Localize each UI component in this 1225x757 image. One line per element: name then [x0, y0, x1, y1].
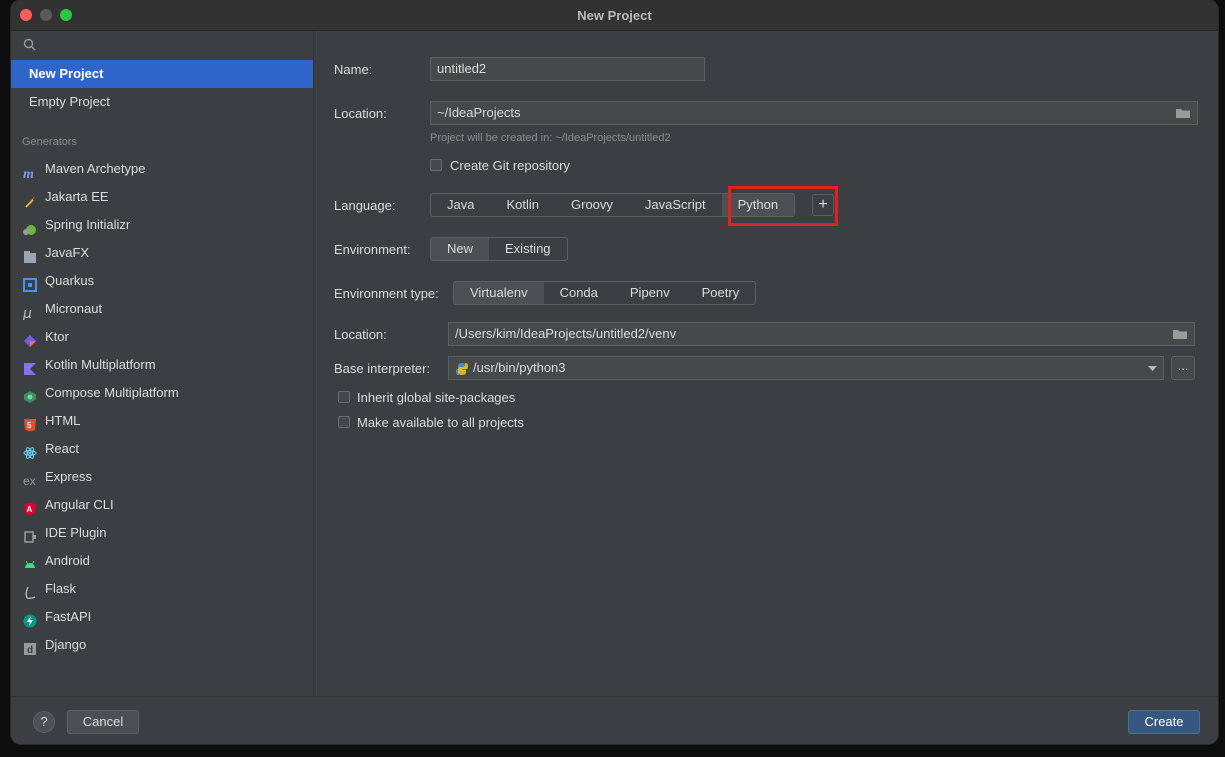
venv-location-label: Location: [334, 327, 387, 342]
folder-icon[interactable] [1172, 328, 1188, 340]
language-javascript[interactable]: JavaScript [629, 194, 722, 216]
new-project-dialog: New Project New Project Empty Project Ge… [11, 0, 1218, 744]
svg-text:A: A [27, 505, 33, 514]
language-kotlin[interactable]: Kotlin [490, 194, 555, 216]
make-available-checkbox[interactable] [338, 416, 350, 428]
project-settings-panel: Name: untitled2 Location: ~/IdeaProjects… [314, 31, 1218, 696]
generator-javafx[interactable]: JavaFX [11, 239, 313, 267]
android-icon [23, 554, 37, 568]
svg-text:m: m [23, 167, 34, 180]
git-label: Create Git repository [450, 158, 570, 173]
generator-react[interactable]: React [11, 435, 313, 463]
maven-icon: m [23, 162, 37, 182]
language-java[interactable]: Java [431, 194, 490, 216]
venv-location-field[interactable]: /Users/kim/IdeaProjects/untitled2/venv [448, 322, 1195, 346]
python-highlight-box [728, 186, 838, 226]
env-type-poetry[interactable]: Poetry [686, 282, 756, 304]
ktor-icon [23, 330, 37, 347]
kotlin-icon [23, 358, 37, 375]
generator-jakarta-ee[interactable]: Jakarta EE [11, 183, 313, 211]
folder-icon[interactable] [1175, 107, 1191, 119]
location-field[interactable]: ~/IdeaProjects [430, 101, 1198, 125]
git-checkbox[interactable] [430, 159, 442, 171]
venv-location-value: /Users/kim/IdeaProjects/untitled2/venv [455, 326, 677, 341]
location-label: Location: [334, 106, 387, 121]
generator-django[interactable]: d Django [11, 631, 313, 659]
generator-ktor[interactable]: Ktor [11, 323, 313, 351]
search-icon [23, 38, 36, 51]
generator-html[interactable]: 5 HTML [11, 407, 313, 435]
environment-existing[interactable]: Existing [489, 238, 567, 260]
react-icon [23, 442, 37, 459]
create-button[interactable]: Create [1128, 710, 1200, 734]
environment-new[interactable]: New [431, 238, 490, 260]
svg-text:d: d [27, 645, 33, 656]
generator-angular-cli[interactable]: A Angular CLI [11, 491, 313, 519]
svg-text:ex: ex [23, 474, 36, 488]
generator-express[interactable]: ex Express [11, 463, 313, 491]
html5-icon: 5 [23, 414, 37, 432]
python-icon [456, 363, 468, 375]
generator-spring-initializr[interactable]: Spring Initializr [11, 211, 313, 239]
sidebar-item-empty-project[interactable]: Empty Project [11, 88, 313, 116]
base-interpreter-dropdown[interactable]: /usr/bin/python3 [448, 356, 1164, 380]
generator-maven-archetype[interactable]: m Maven Archetype [11, 155, 313, 183]
sidebar: New Project Empty Project Generators m M… [11, 31, 314, 696]
language-label: Language: [334, 198, 396, 213]
javafx-icon [23, 246, 37, 263]
environment-type-selector: Virtualenv Conda Pipenv Poetry [453, 281, 757, 305]
location-value: ~/IdeaProjects [437, 105, 521, 120]
name-label: Name: [334, 62, 373, 77]
environment-label: Environment: [334, 242, 411, 257]
generators-heading: Generators [22, 136, 78, 148]
angular-icon: A [23, 498, 37, 516]
generator-fastapi[interactable]: FastAPI [11, 603, 313, 631]
compose-icon [23, 386, 37, 403]
flask-icon [23, 582, 37, 599]
inherit-packages-label: Inherit global site-packages [357, 390, 516, 405]
generator-quarkus[interactable]: Quarkus [11, 267, 313, 295]
inherit-packages-checkbox[interactable] [338, 391, 350, 403]
generator-kotlin-multiplatform[interactable]: Kotlin Multiplatform [11, 351, 313, 379]
svg-text:5: 5 [27, 421, 32, 430]
express-icon: ex [23, 470, 37, 488]
base-interpreter-label: Base interpreter: [334, 361, 431, 376]
help-button[interactable]: ? [33, 711, 55, 733]
svg-text:μ: μ [23, 306, 32, 320]
base-interpreter-value: /usr/bin/python3 [473, 360, 566, 375]
jakarta-icon [23, 190, 37, 208]
name-field[interactable]: untitled2 [430, 57, 705, 81]
environment-selector: New Existing [430, 237, 568, 261]
generator-ide-plugin[interactable]: IDE Plugin [11, 519, 313, 547]
environment-type-label: Environment type: [334, 286, 439, 301]
micronaut-icon: μ [22, 302, 37, 322]
generator-flask[interactable]: Flask [11, 575, 313, 603]
cancel-button[interactable]: Cancel [67, 710, 139, 734]
sidebar-search[interactable] [11, 31, 313, 59]
title-bar: New Project [11, 0, 1218, 31]
dialog-footer: ? Cancel Create [11, 696, 1218, 744]
window-title: New Project [577, 8, 652, 23]
django-icon: d [23, 638, 37, 656]
sidebar-item-new-project[interactable]: New Project [11, 60, 313, 88]
quarkus-icon [23, 274, 37, 292]
browse-interpreter-button[interactable]: ... [1171, 356, 1195, 380]
location-hint: Project will be created in: ~/IdeaProjec… [430, 132, 671, 144]
env-type-virtualenv[interactable]: Virtualenv [454, 282, 544, 304]
generator-android[interactable]: Android [11, 547, 313, 575]
make-available-label: Make available to all projects [357, 415, 524, 430]
fastapi-icon [23, 610, 37, 628]
chevron-down-icon [1148, 366, 1157, 371]
generator-micronaut[interactable]: μ Micronaut [11, 295, 313, 323]
env-type-conda[interactable]: Conda [544, 282, 614, 304]
env-type-pipenv[interactable]: Pipenv [614, 282, 686, 304]
language-groovy[interactable]: Groovy [555, 194, 629, 216]
spring-icon [23, 218, 37, 235]
generator-compose-multiplatform[interactable]: Compose Multiplatform [11, 379, 313, 407]
plugin-icon [23, 526, 37, 543]
